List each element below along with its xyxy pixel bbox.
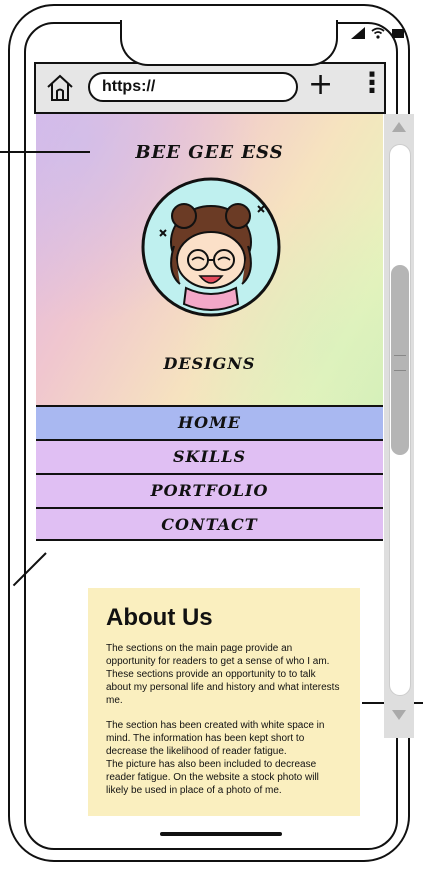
wifi-icon bbox=[371, 24, 385, 43]
main-nav: HOME SKILLS PORTFOLIO CONTACT bbox=[36, 405, 383, 541]
phone-notch bbox=[120, 20, 338, 66]
new-tab-plus-icon[interactable]: + bbox=[308, 70, 333, 100]
scroll-down-arrow-icon[interactable] bbox=[392, 710, 406, 720]
scroll-up-arrow-icon[interactable] bbox=[392, 122, 406, 132]
signal-icon bbox=[351, 24, 365, 43]
about-paragraph: The picture has also been included to de… bbox=[106, 759, 319, 796]
url-input[interactable]: https:// bbox=[88, 72, 298, 102]
status-bar bbox=[351, 24, 405, 43]
hero-banner: BEE GEE ESS DESIGNS bbox=[36, 114, 383, 405]
about-section: About Us The sections on the main page p… bbox=[88, 588, 360, 816]
browser-toolbar: https:// + ⋮ bbox=[34, 62, 386, 114]
annotation-line bbox=[0, 151, 90, 153]
home-indicator[interactable] bbox=[160, 832, 282, 836]
about-paragraph: The sections on the main page provide an… bbox=[106, 643, 340, 706]
scrollbar-grip-icon bbox=[394, 355, 406, 371]
more-vertical-icon[interactable]: ⋮ bbox=[358, 68, 386, 98]
about-heading: About Us bbox=[106, 604, 213, 631]
avatar-illustration bbox=[140, 176, 282, 318]
nav-item-portfolio[interactable]: PORTFOLIO bbox=[36, 473, 383, 507]
about-paragraph: The section has been created with white … bbox=[106, 720, 325, 757]
nav-item-contact[interactable]: CONTACT bbox=[36, 507, 383, 541]
home-icon[interactable] bbox=[44, 72, 76, 104]
brand-subtitle: DESIGNS bbox=[163, 354, 256, 373]
nav-item-skills[interactable]: SKILLS bbox=[36, 439, 383, 473]
battery-icon bbox=[391, 24, 405, 43]
nav-item-home[interactable]: HOME bbox=[36, 405, 383, 439]
